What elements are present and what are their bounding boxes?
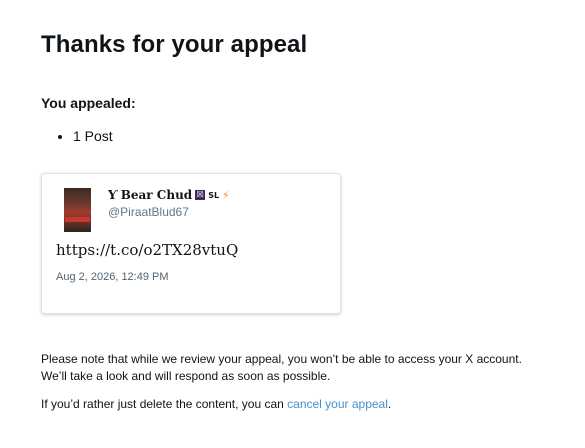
tweet-card[interactable]: Ƴ Bear Chud ☒ SL ⚡ @PiraatBlud67 https:/… (41, 173, 341, 314)
delete-notice-prefix: If you’d rather just delete the content,… (41, 397, 288, 411)
badge-sl: SL (208, 190, 220, 200)
display-name-text: Ƴ Bear Chud (108, 188, 193, 202)
appealed-items-list: 1 Post (41, 128, 113, 144)
badge-icon: ☒ (195, 190, 206, 200)
display-name: Ƴ Bear Chud ☒ SL ⚡ (108, 188, 230, 202)
avatar (64, 188, 91, 232)
cancel-appeal-link[interactable]: cancel your appeal (287, 397, 388, 411)
tweet-timestamp: Aug 2, 2026, 12:49 PM (56, 271, 169, 283)
appealed-subheading: You appealed: (41, 95, 136, 111)
delete-notice: If you’d rather just delete the content,… (41, 397, 391, 411)
list-item: 1 Post (73, 128, 113, 144)
bolt-icon: ⚡ (222, 188, 230, 202)
page-title: Thanks for your appeal (41, 31, 308, 58)
notice-line-2: We’ll take a look and will respond as so… (41, 369, 331, 383)
delete-notice-suffix: . (387, 397, 392, 411)
notice-line-1: Please note that while we review your ap… (41, 352, 522, 366)
user-handle: @PiraatBlud67 (108, 205, 189, 219)
tweet-text[interactable]: https://t.co/o2TX28vtuQ (56, 241, 238, 259)
review-notice: Please note that while we review your ap… (41, 351, 571, 385)
